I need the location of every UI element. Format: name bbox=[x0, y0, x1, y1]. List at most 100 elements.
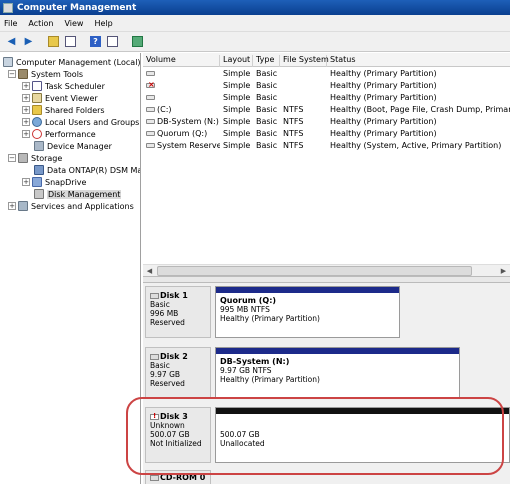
expand-icon[interactable]: + bbox=[22, 178, 30, 186]
volume-row[interactable]: System Reserved Simple Basic NTFS Health… bbox=[143, 140, 510, 152]
export-button[interactable] bbox=[130, 34, 145, 49]
scroll-right-icon[interactable]: ▶ bbox=[498, 266, 509, 276]
tree-item-snapdrive[interactable]: + SnapDrive bbox=[22, 176, 86, 188]
folder-up-icon bbox=[48, 36, 59, 47]
fs-cell: NTFS bbox=[283, 105, 304, 114]
tree-item-root[interactable]: Computer Management (Local) bbox=[3, 56, 140, 68]
services-icon bbox=[18, 201, 28, 211]
menu-view[interactable]: View bbox=[64, 19, 83, 28]
forward-arrow-icon: ▶ bbox=[24, 36, 33, 47]
forward-button[interactable]: ▶ bbox=[21, 34, 36, 49]
tree-item-shared-folders[interactable]: + Shared Folders bbox=[22, 104, 105, 116]
type-cell: Basic bbox=[256, 117, 278, 126]
expand-icon[interactable]: + bbox=[22, 82, 30, 90]
layout-cell: Simple bbox=[223, 141, 251, 150]
status-cell: Healthy (Primary Partition) bbox=[330, 117, 437, 126]
tree-item-system-tools[interactable]: − System Tools bbox=[8, 68, 83, 80]
disk-row[interactable]: CD-ROM 0 bbox=[143, 470, 510, 484]
volume-cell bbox=[146, 93, 220, 102]
volume-row[interactable]: Quorum (Q:) Simple Basic NTFS Healthy (P… bbox=[143, 128, 510, 140]
type-cell: Basic bbox=[256, 105, 278, 114]
disk-error-icon bbox=[150, 412, 159, 421]
volume-icon bbox=[146, 107, 155, 112]
dsm-icon bbox=[34, 165, 44, 175]
back-arrow-icon: ◀ bbox=[7, 36, 16, 47]
layout-cell: Simple bbox=[223, 105, 251, 114]
volume-cell: (C:) bbox=[146, 105, 220, 114]
volume-row[interactable]: DB-System (N:) Simple Basic NTFS Healthy… bbox=[143, 116, 510, 128]
column-status[interactable]: Status bbox=[327, 55, 510, 67]
status-cell: Healthy (Primary Partition) bbox=[330, 129, 437, 138]
help-button[interactable]: ? bbox=[88, 34, 103, 49]
collapse-icon[interactable]: − bbox=[8, 154, 16, 162]
properties-button[interactable] bbox=[105, 34, 120, 49]
back-button[interactable]: ◀ bbox=[4, 34, 19, 49]
fs-cell: NTFS bbox=[283, 129, 304, 138]
expand-icon[interactable]: + bbox=[22, 94, 30, 102]
unallocated-block[interactable]: 500.07 GB Unallocated bbox=[215, 407, 510, 463]
volume-row[interactable]: Simple Basic Healthy (Primary Partition) bbox=[143, 92, 510, 104]
volume-error-icon bbox=[146, 81, 155, 89]
tree-item-task-scheduler[interactable]: + Task Scheduler bbox=[22, 80, 105, 92]
expand-icon[interactable]: + bbox=[8, 202, 16, 210]
tree-item-storage[interactable]: − Storage bbox=[8, 152, 62, 164]
volume-row[interactable]: Simple Basic Healthy (Primary Partition) bbox=[143, 80, 510, 92]
horizontal-scrollbar[interactable]: ◀ ▶ bbox=[143, 264, 510, 276]
volume-cell: Quorum (Q:) bbox=[146, 129, 220, 138]
tree-item-event-viewer[interactable]: + Event Viewer bbox=[22, 92, 98, 104]
column-file-system[interactable]: File System bbox=[280, 55, 329, 67]
scrollbar-thumb[interactable] bbox=[157, 266, 472, 276]
export-list-icon bbox=[132, 36, 143, 47]
expand-icon[interactable]: + bbox=[22, 106, 30, 114]
performance-icon bbox=[32, 129, 42, 139]
disk-graphical-view: Disk 1 Basic 996 MB Reserved Quorum (Q:)… bbox=[143, 283, 510, 484]
pane-splitter[interactable] bbox=[143, 276, 510, 283]
disk-label[interactable]: CD-ROM 0 bbox=[145, 470, 211, 484]
layout-cell: Simple bbox=[223, 117, 251, 126]
collapse-icon[interactable]: − bbox=[8, 70, 16, 78]
up-folder-button[interactable] bbox=[46, 34, 61, 49]
event-viewer-icon bbox=[32, 93, 42, 103]
scroll-left-icon[interactable]: ◀ bbox=[144, 266, 155, 276]
disk-row[interactable]: Disk 2 Basic 9.97 GB Reserved DB-System … bbox=[143, 347, 510, 401]
disk-label[interactable]: Disk 3 Unknown 500.07 GB Not Initialized bbox=[145, 407, 211, 463]
status-cell: Healthy (Boot, Page File, Crash Dump, Pr… bbox=[330, 105, 510, 114]
expand-icon[interactable]: + bbox=[22, 118, 30, 126]
volume-row[interactable]: (C:) Simple Basic NTFS Healthy (Boot, Pa… bbox=[143, 104, 510, 116]
toolbar-separator-2 bbox=[80, 34, 86, 49]
device-manager-icon bbox=[34, 141, 44, 151]
disk-row[interactable]: Disk 1 Basic 996 MB Reserved Quorum (Q:)… bbox=[143, 286, 510, 340]
volume-cell: System Reserved bbox=[146, 141, 220, 150]
volume-icon bbox=[146, 131, 155, 136]
tree-item-device-manager[interactable]: Device Manager bbox=[34, 140, 112, 152]
partition-block[interactable]: Quorum (Q:) 995 MB NTFS Healthy (Primary… bbox=[215, 286, 400, 338]
tree-item-services[interactable]: + Services and Applications bbox=[8, 200, 134, 212]
expand-icon[interactable]: + bbox=[22, 130, 30, 138]
volume-row[interactable]: Simple Basic Healthy (Primary Partition) bbox=[143, 68, 510, 80]
column-volume[interactable]: Volume bbox=[143, 55, 220, 67]
menu-action[interactable]: Action bbox=[28, 19, 53, 28]
type-cell: Basic bbox=[256, 81, 278, 90]
tree-item-disk-management[interactable]: Disk Management bbox=[34, 188, 122, 200]
tree-item-local-users[interactable]: + Local Users and Groups bbox=[22, 116, 139, 128]
column-type[interactable]: Type bbox=[253, 55, 280, 67]
menu-help[interactable]: Help bbox=[94, 19, 112, 28]
snapdrive-icon bbox=[32, 177, 42, 187]
menu-file[interactable]: File bbox=[4, 19, 17, 28]
column-layout[interactable]: Layout bbox=[220, 55, 253, 67]
layout-cell: Simple bbox=[223, 93, 251, 102]
type-cell: Basic bbox=[256, 93, 278, 102]
tree-item-performance[interactable]: + Performance bbox=[22, 128, 96, 140]
volume-icon bbox=[146, 95, 155, 100]
volume-list: Volume Layout Type File System Status Si… bbox=[143, 53, 510, 276]
tree-item-data-ontap[interactable]: Data ONTAP(R) DSM Manc bbox=[34, 164, 140, 176]
disk-row[interactable]: Disk 3 Unknown 500.07 GB Not Initialized… bbox=[143, 407, 510, 464]
partition-block[interactable]: DB-System (N:) 9.97 GB NTFS Healthy (Pri… bbox=[215, 347, 460, 399]
users-icon bbox=[32, 117, 42, 127]
disk-icon bbox=[150, 293, 159, 299]
volume-cell bbox=[146, 81, 220, 90]
show-hide-tree-button[interactable] bbox=[63, 34, 78, 49]
status-cell: Healthy (Primary Partition) bbox=[330, 69, 437, 78]
disk-label[interactable]: Disk 1 Basic 996 MB Reserved bbox=[145, 286, 211, 338]
disk-label[interactable]: Disk 2 Basic 9.97 GB Reserved bbox=[145, 347, 211, 399]
